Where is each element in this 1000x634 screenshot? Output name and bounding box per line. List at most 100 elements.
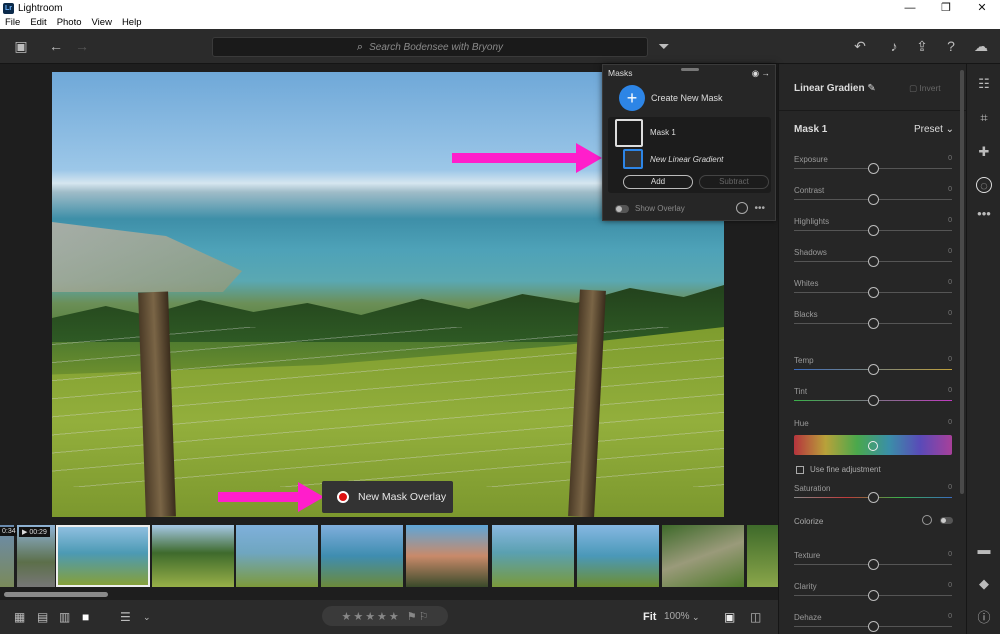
- filmstrip-scrollbar[interactable]: [0, 592, 778, 598]
- eye-icon[interactable]: ◉: [752, 68, 759, 78]
- keywords-icon[interactable]: ◆: [976, 576, 992, 592]
- slider-knob[interactable]: [868, 163, 879, 174]
- edit-panel-scrollbar[interactable]: [960, 70, 964, 494]
- masking-icon[interactable]: ◌: [976, 177, 992, 193]
- search-placeholder: Search Bodensee with Bryony: [369, 41, 504, 53]
- rating-bar[interactable]: ★★★★★ ⚑ ⚐: [322, 606, 448, 626]
- slider-knob[interactable]: [868, 559, 879, 570]
- add-button[interactable]: Add: [623, 175, 693, 189]
- record-dot-icon: [337, 491, 349, 503]
- square-grid-icon[interactable]: ▦: [14, 610, 25, 624]
- scrollbar-thumb[interactable]: [4, 592, 108, 597]
- flag-reject-icon[interactable]: ⚐: [419, 610, 429, 623]
- linear-gradient-thumbnail[interactable]: [623, 149, 643, 169]
- menu-photo[interactable]: Photo: [52, 17, 87, 28]
- grid-view-icon[interactable]: ▤: [37, 610, 48, 624]
- collapse-arrow-icon[interactable]: →: [762, 68, 771, 78]
- zoom-level[interactable]: 100%: [664, 611, 690, 622]
- close-button[interactable]: ✕: [964, 0, 1000, 16]
- show-overlay-toggle[interactable]: [615, 204, 629, 213]
- film-thumb[interactable]: [152, 525, 234, 587]
- film-thumb-selected[interactable]: [56, 525, 150, 587]
- minimize-button[interactable]: —: [892, 0, 928, 16]
- slider-knob[interactable]: [868, 590, 879, 601]
- more-tools-icon[interactable]: •••: [976, 206, 992, 222]
- share-icon[interactable]: ⇪: [913, 37, 931, 55]
- linear-gradient-label[interactable]: New Linear Gradient: [650, 155, 723, 164]
- slider-knob[interactable]: [868, 287, 879, 298]
- sort-icon[interactable]: ☰: [120, 610, 131, 624]
- menu-help[interactable]: Help: [117, 17, 147, 28]
- title-bar: Lr Lightroom — ❐ ✕: [0, 0, 1000, 16]
- menu-file[interactable]: File: [0, 17, 25, 28]
- flag-pick-icon[interactable]: ⚑: [407, 610, 417, 623]
- compare-icon[interactable]: ▣: [724, 610, 735, 624]
- info-icon[interactable]: ⓘ: [976, 610, 992, 626]
- lightroom-app-icon: Lr: [3, 2, 14, 14]
- new-mask-overlay-button[interactable]: New Mask Overlay: [322, 481, 453, 513]
- annotation-arrow-mask: [452, 143, 602, 173]
- more-options-icon[interactable]: •••: [754, 203, 765, 214]
- undo-icon[interactable]: ↶: [851, 37, 869, 55]
- bottom-toolbar: ▦ ▤ ▥ ■ ☰ ⌄ ★★★★★ ⚑ ⚐ Fit 100% ⌄ ▣ ◫: [0, 600, 778, 634]
- invert-button[interactable]: ▢ Invert: [909, 83, 941, 94]
- film-thumb[interactable]: [236, 525, 318, 587]
- create-new-mask-label: Create New Mask: [651, 93, 723, 103]
- slider-knob[interactable]: [868, 395, 879, 406]
- film-thumb[interactable]: [406, 525, 488, 587]
- comments-icon[interactable]: ▬: [976, 542, 992, 558]
- film-thumb[interactable]: [747, 525, 778, 587]
- film-thumb[interactable]: [662, 525, 744, 587]
- film-thumb[interactable]: [492, 525, 574, 587]
- mask-section-title: Mask 1: [794, 124, 828, 135]
- gradient-tool-icon[interactable]: ✎: [867, 83, 875, 94]
- slider-knob[interactable]: [868, 318, 879, 329]
- film-thumb[interactable]: [577, 525, 659, 587]
- help-icon[interactable]: ?: [942, 37, 960, 55]
- create-new-mask-button[interactable]: + Create New Mask: [619, 85, 723, 111]
- drag-handle[interactable]: [681, 68, 699, 71]
- slider-knob[interactable]: [868, 621, 879, 632]
- add-label: Add: [650, 177, 666, 186]
- colorize-toggle[interactable]: [940, 516, 953, 524]
- mask1-label[interactable]: Mask 1: [650, 128, 676, 137]
- fit-button[interactable]: Fit: [643, 611, 656, 623]
- sort-chevron-icon[interactable]: ⌄: [143, 612, 151, 623]
- filter-icon[interactable]: ⏷: [655, 37, 673, 55]
- subtract-button[interactable]: Subtract: [699, 175, 769, 189]
- overlay-color-icon[interactable]: [736, 202, 749, 214]
- mask1-thumbnail[interactable]: [615, 119, 643, 147]
- zoom-chevron-icon[interactable]: ⌄: [692, 612, 700, 623]
- filmstrip: 0:34 ▶ 00:29: [0, 522, 778, 592]
- forward-arrow-icon[interactable]: →: [73, 37, 91, 55]
- sidebar-toggle-icon[interactable]: ▣: [12, 37, 30, 55]
- menu-edit[interactable]: Edit: [25, 17, 51, 28]
- search-input[interactable]: ⌕ Search Bodensee with Bryony: [212, 37, 648, 57]
- maximize-button[interactable]: ❐: [928, 0, 964, 16]
- preset-dropdown[interactable]: Preset ⌄: [914, 124, 954, 135]
- slider-knob[interactable]: [868, 225, 879, 236]
- detail-view-icon[interactable]: ▥: [59, 610, 70, 624]
- film-thumb[interactable]: [321, 525, 403, 587]
- loupe-view-icon[interactable]: ■: [82, 610, 89, 624]
- slider-knob[interactable]: [868, 256, 879, 267]
- crop-icon[interactable]: ⌗: [976, 110, 992, 126]
- menu-view[interactable]: View: [87, 17, 117, 28]
- slider-knob[interactable]: [868, 492, 879, 503]
- back-arrow-icon[interactable]: ←: [47, 37, 65, 55]
- notifications-icon[interactable]: ♪: [885, 37, 903, 55]
- photo-town: [52, 222, 242, 292]
- masks-panel-title: Masks: [608, 68, 633, 78]
- slider-knob[interactable]: [868, 364, 879, 375]
- star-rating[interactable]: ★★★★★: [341, 610, 400, 623]
- colorize-swatch[interactable]: [922, 515, 932, 525]
- hue-knob[interactable]: [868, 441, 878, 451]
- colorize-label: Colorize: [794, 517, 824, 526]
- annotation-arrow-overlay: [218, 482, 324, 512]
- fine-adjustment-checkbox[interactable]: Use fine adjustment: [796, 465, 881, 474]
- cloud-sync-icon[interactable]: ☁: [972, 37, 990, 55]
- healing-icon[interactable]: ✚: [976, 144, 992, 160]
- slider-knob[interactable]: [868, 194, 879, 205]
- edit-sliders-icon[interactable]: ☷: [976, 76, 992, 92]
- before-after-icon[interactable]: ◫: [750, 610, 761, 624]
